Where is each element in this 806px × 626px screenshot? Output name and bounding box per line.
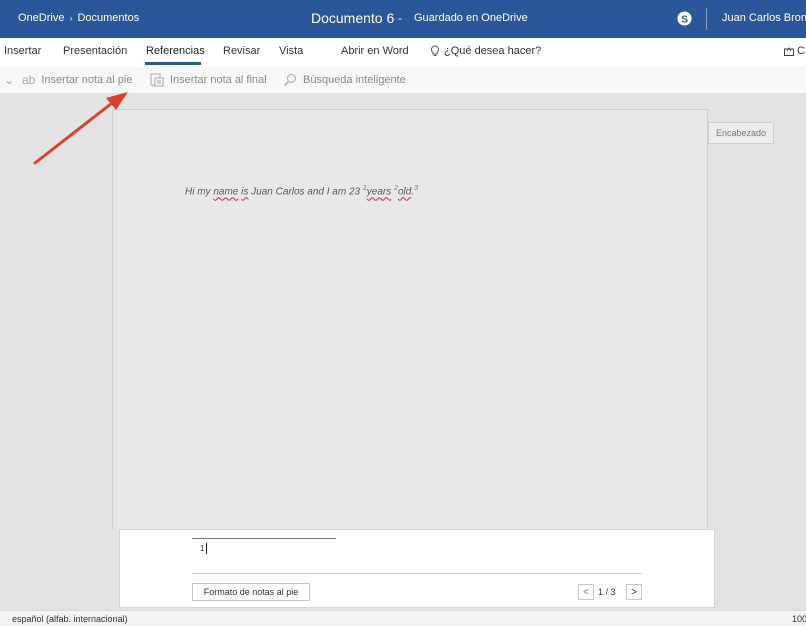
footnote-page-indicator: 1 / 3 (598, 587, 616, 597)
tab-revisar[interactable]: Revisar (223, 45, 260, 57)
footnote-icon: ab (22, 73, 36, 87)
smart-lookup-button[interactable]: Búsqueda inteligente (283, 73, 406, 87)
previous-footnote-button[interactable]: < (578, 584, 594, 600)
share-button[interactable]: C (784, 45, 805, 57)
tell-me-label: ¿Qué desea hacer? (444, 45, 542, 57)
header-button[interactable]: Encabezado (708, 122, 774, 144)
document-title[interactable]: Documento 6 (311, 10, 394, 26)
titlebar-divider (706, 8, 707, 30)
footnote-ref-3[interactable]: 3 (414, 185, 418, 192)
title-bar: OneDrive › Documentos Documento 6 - Guar… (0, 0, 806, 38)
footnote-separator-line (192, 538, 336, 539)
breadcrumb-documentos[interactable]: Documentos (77, 12, 139, 24)
status-bar: español (alfab. internacional) 100% (0, 610, 806, 626)
footnote-format-button[interactable]: Formato de notas al pie (192, 583, 310, 601)
references-toolbar: ⌄ ab Insertar nota al pie Insertar nota … (0, 66, 806, 94)
tab-vista[interactable]: Vista (279, 45, 303, 57)
smart-lookup-label: Búsqueda inteligente (303, 74, 406, 86)
insert-footnote-button[interactable]: ab Insertar nota al pie (22, 73, 132, 87)
tab-referencias[interactable]: Referencias (146, 45, 205, 57)
language-indicator[interactable]: español (alfab. internacional) (12, 614, 128, 624)
search-icon (284, 74, 296, 86)
text-cursor (206, 543, 207, 554)
insert-footnote-label: Insertar nota al pie (41, 74, 133, 86)
zoom-indicator[interactable]: 100% (792, 614, 806, 624)
footnote-pane: 1 Formato de notas al pie < 1 / 3 > (119, 529, 715, 608)
ribbon-collapse-button[interactable]: ⌄ (4, 73, 14, 87)
share-icon (784, 47, 794, 56)
share-label: C (797, 45, 805, 57)
document-page[interactable] (112, 109, 708, 529)
footnote-pane-divider (192, 573, 642, 574)
chevron-down-icon: ⌄ (4, 73, 15, 87)
footnote-number: 1 (200, 544, 205, 553)
lightbulb-icon (430, 45, 440, 56)
breadcrumb: OneDrive › Documentos (18, 12, 139, 24)
save-status: Guardado en OneDrive (414, 12, 528, 24)
tab-insertar[interactable]: Insertar (4, 45, 41, 57)
title-separator: - (398, 11, 402, 25)
tell-me-box[interactable]: ¿Qué desea hacer? (430, 45, 541, 57)
tab-abrir-en-word[interactable]: Abrir en Word (341, 45, 409, 57)
document-text[interactable]: Hi my name is Juan Carlos and I am 23 1y… (185, 185, 418, 197)
insert-endnote-button[interactable]: Insertar nota al final (150, 73, 267, 87)
endnote-icon (150, 73, 164, 87)
skype-icon[interactable]: S (677, 11, 692, 26)
next-footnote-button[interactable]: > (626, 584, 642, 600)
insert-endnote-label: Insertar nota al final (170, 74, 267, 86)
tab-presentacion[interactable]: Presentación (63, 45, 127, 57)
active-tab-indicator (145, 62, 201, 65)
ribbon-tabs: Insertar Presentación Referencias Revisa… (0, 38, 806, 66)
chevron-right-icon: › (69, 13, 73, 23)
breadcrumb-onedrive[interactable]: OneDrive (18, 12, 64, 24)
svg-text:S: S (681, 14, 688, 25)
user-name[interactable]: Juan Carlos Bronca (722, 12, 806, 24)
